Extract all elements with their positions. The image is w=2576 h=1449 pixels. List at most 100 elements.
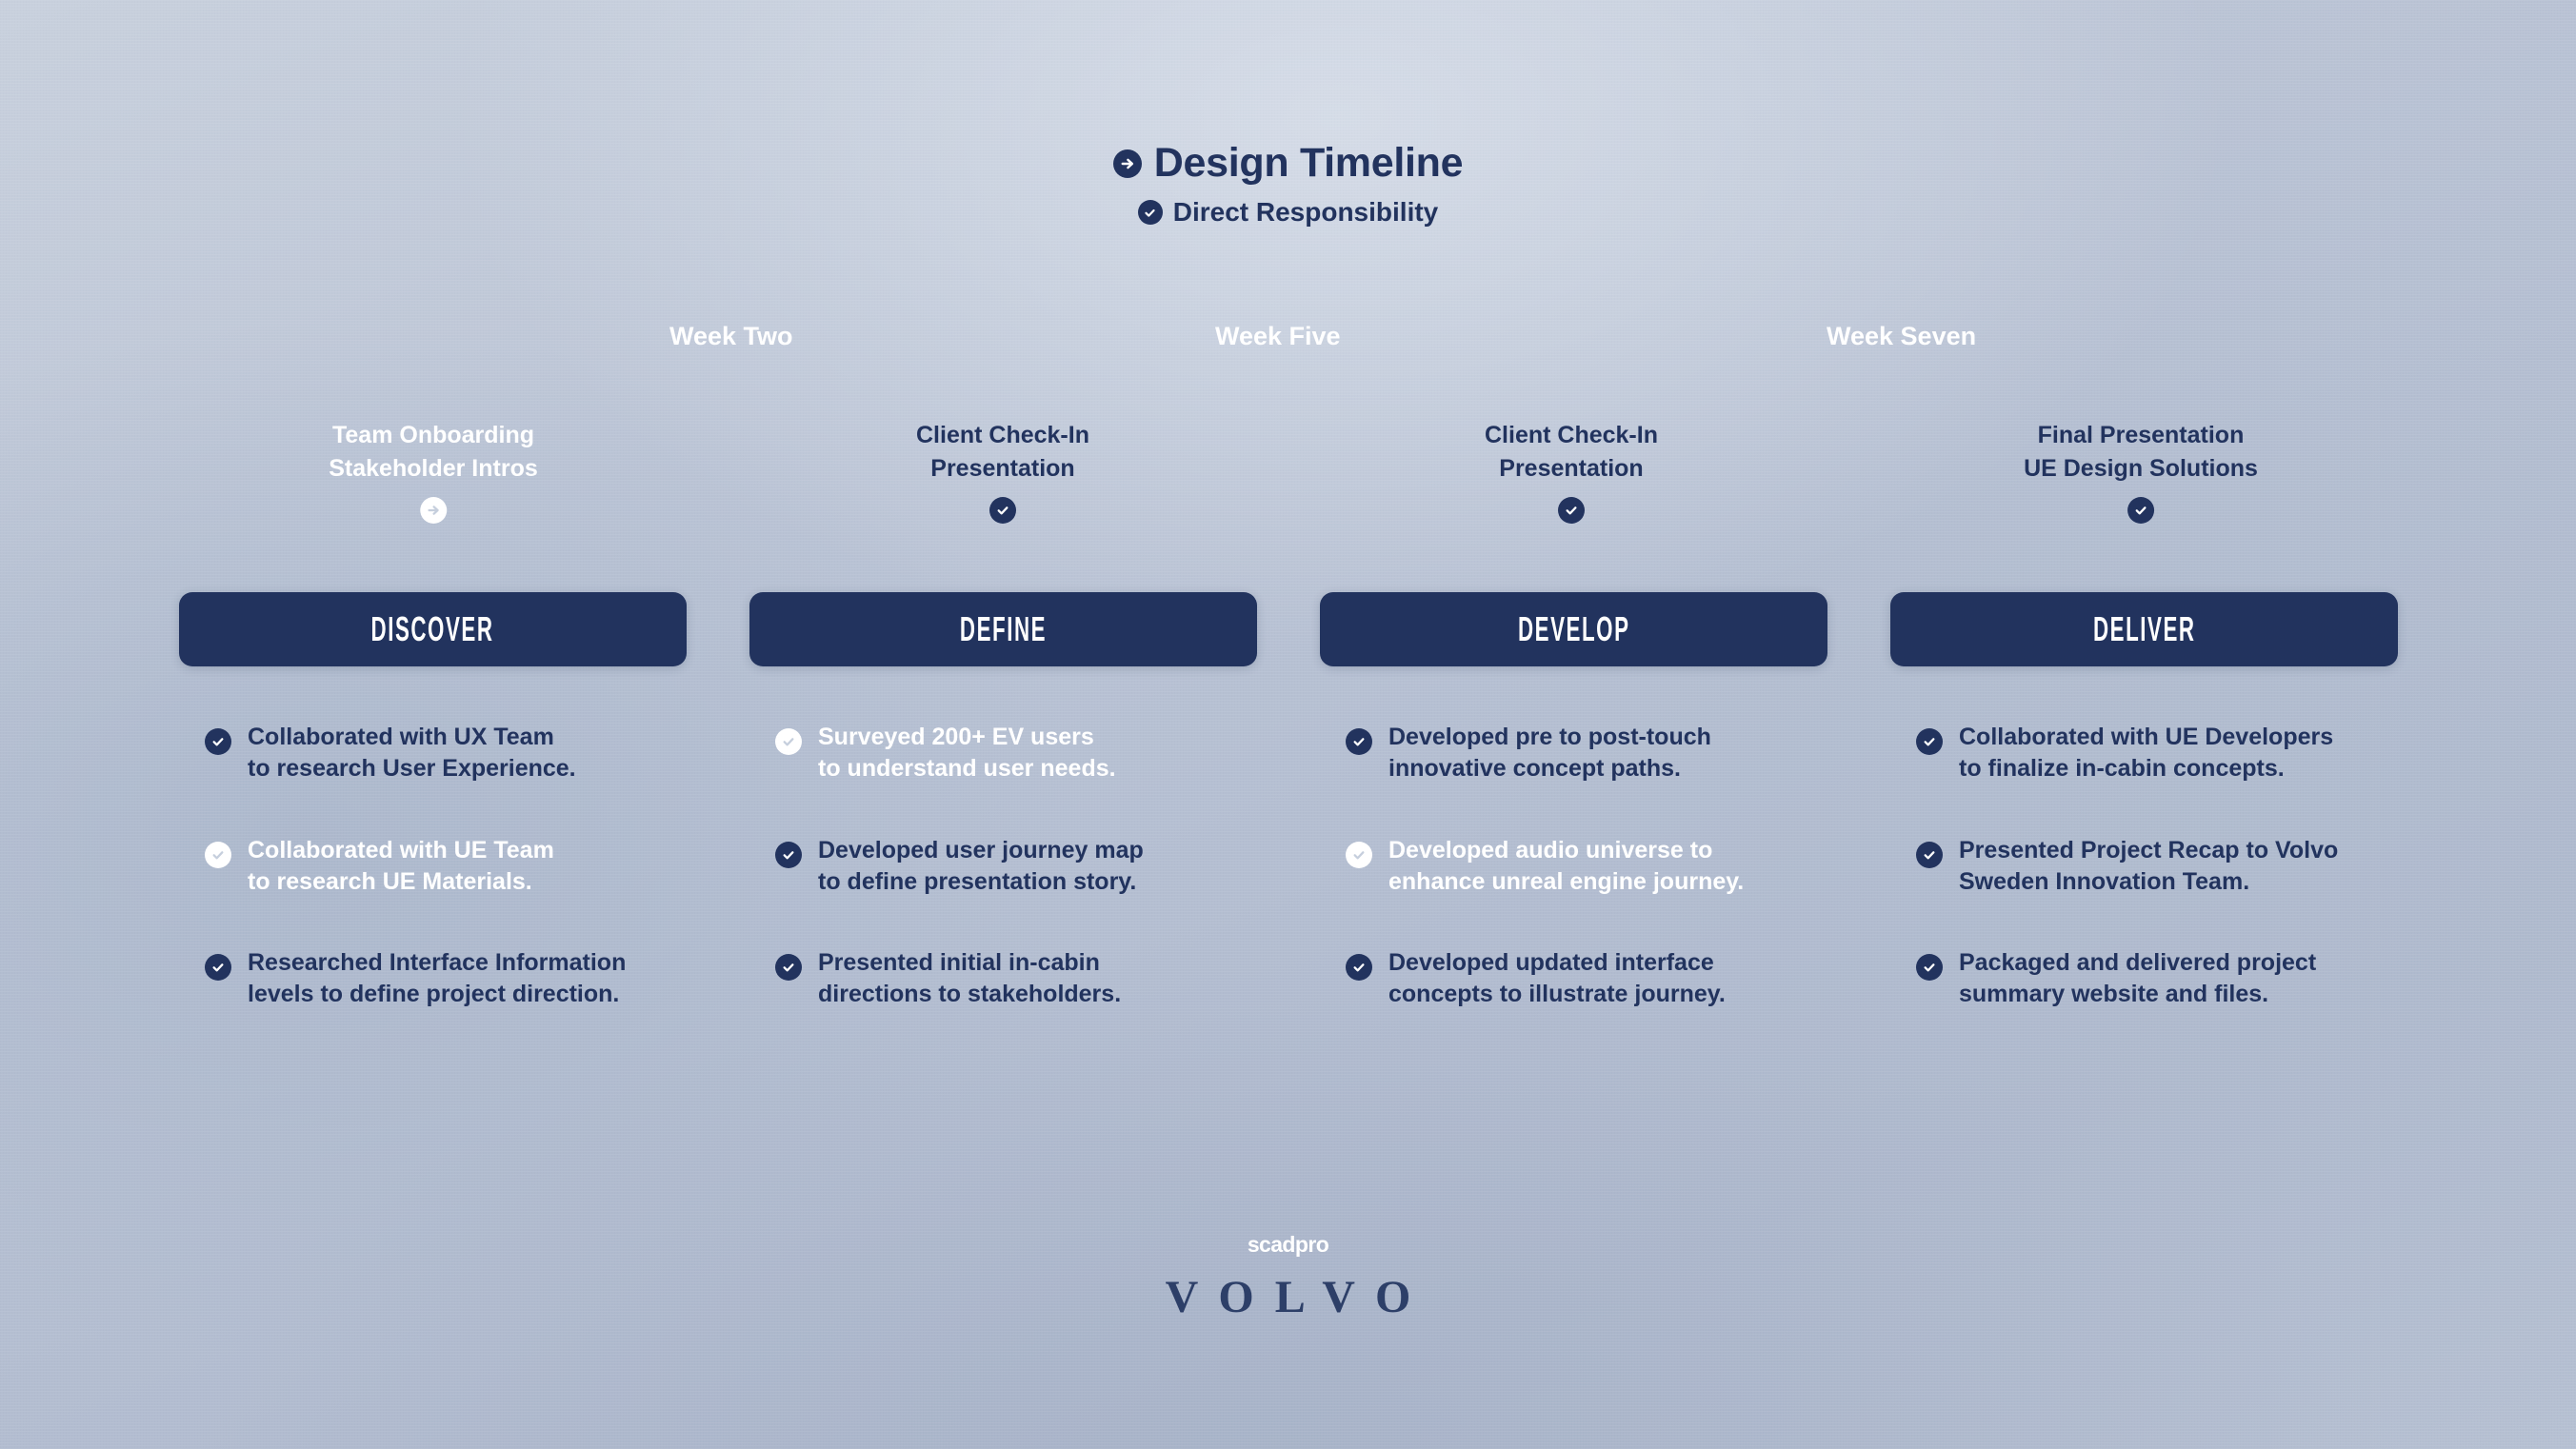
bullet-icon-wrap — [1346, 841, 1372, 868]
scadpro-pro: pro — [1294, 1232, 1329, 1257]
bullet-item: Collaborated with UX Team to research Use… — [179, 722, 687, 785]
bullet-item: Developed audio universe to enhance unrea… — [1320, 835, 1827, 899]
check-circle-icon — [988, 497, 1016, 524]
check-circle-icon — [1916, 728, 1943, 755]
bullet-text-block: Collaborated with UE Developers to finali… — [1959, 722, 2333, 785]
bullet-text-line: Sweden Innovation Team. — [1959, 867, 2250, 895]
bullet-text-block: Presented Project Recap to Volvo Sweden I… — [1959, 835, 2338, 899]
check-circle-icon — [1557, 497, 1585, 524]
milestone-line: UE Design Solutions — [2024, 454, 2258, 482]
check-circle-icon — [775, 841, 802, 868]
phase-header-discover[interactable]: DISCOVER — [179, 592, 687, 666]
phase-label: DEVELOP — [1517, 609, 1630, 648]
bullet-text-line: to finalize in-cabin concepts. — [1959, 755, 2285, 783]
phase-header-deliver[interactable]: DELIVER — [1890, 592, 2398, 666]
arrow-right-circle-icon — [1112, 149, 1142, 178]
milestone-row: Team Onboarding Stakeholder Intros Client … — [0, 419, 2576, 552]
bullet-icon-wrap — [205, 954, 231, 981]
arrow-right-circle-icon — [420, 497, 447, 524]
bullet-text-line: to research UE Materials. — [248, 867, 532, 895]
bullet-text-line: Developed audio universe to — [1388, 836, 1713, 863]
phase-label: DEFINE — [959, 609, 1048, 648]
bullet-text-line: directions to stakeholders. — [818, 981, 1122, 1008]
slide-canvas: Design Timeline Direct Responsibility We… — [0, 0, 2576, 1449]
bullet-list: Collaborated with UX Team to research Use… — [179, 722, 687, 1011]
legend-direct-responsibility: Direct Responsibility — [1137, 197, 1439, 227]
check-circle-icon — [205, 841, 231, 868]
legend-label: Direct Responsibility — [1172, 197, 1439, 227]
bullet-text-line: to research User Experience. — [248, 755, 576, 783]
page-title: Design Timeline — [1112, 140, 1464, 186]
bullet-item: Presented initial in-cabin directions to … — [749, 947, 1257, 1011]
bullet-item: Developed user journey map to define pres… — [749, 835, 1257, 899]
milestone-icon-wrap — [329, 497, 538, 524]
milestone-2: Client Check-In Presentation — [916, 419, 1089, 524]
footer: scadpro VOLVO — [0, 1234, 2576, 1320]
bullet-icon-wrap — [775, 728, 802, 755]
check-circle-icon — [1916, 841, 1943, 868]
check-circle-icon — [775, 954, 802, 981]
bullet-text-block: Collaborated with UE Team to research UE … — [248, 835, 554, 899]
volvo-logo: VOLVO — [1165, 1272, 1432, 1322]
bullet-text-line: to define presentation story. — [818, 867, 1137, 895]
week-label-1: Week Two — [669, 322, 793, 350]
phase-header-define[interactable]: DEFINE — [749, 592, 1257, 666]
bullet-icon-wrap — [1916, 728, 1943, 755]
bullet-text-line: Developed pre to post-touch — [1388, 724, 1711, 750]
bullet-item: Presented Project Recap to Volvo Sweden I… — [1890, 835, 2398, 899]
bullet-icon-wrap — [775, 841, 802, 868]
check-circle-icon — [1346, 841, 1372, 868]
milestone-line: Presentation — [930, 454, 1075, 482]
phase-label: DELIVER — [2092, 609, 2196, 648]
phase-column-define: DEFINE Surveyed 200+ EV users to understan… — [749, 592, 1257, 1061]
bullet-text-line: Collaborated with UE Team — [248, 836, 554, 863]
bullet-text-line: Developed updated interface — [1388, 949, 1714, 976]
bullet-icon-wrap — [205, 841, 231, 868]
page-title-text: Design Timeline — [1153, 140, 1464, 186]
bullet-icon-wrap — [205, 728, 231, 755]
check-circle-icon — [2127, 497, 2154, 524]
milestone-icon-wrap — [916, 497, 1089, 524]
bullet-text-block: Surveyed 200+ EV users to understand user… — [818, 722, 1116, 785]
milestone-4: Final Presentation UE Design Solutions — [2024, 419, 2258, 524]
milestone-line: Stakeholder Intros — [329, 454, 538, 482]
bullet-text-line: Packaged and delivered project — [1959, 949, 2317, 976]
phase-header-develop[interactable]: DEVELOP — [1320, 592, 1827, 666]
phase-columns: DISCOVER Collaborated with UX Team to rese… — [179, 592, 2398, 1061]
check-circle-icon — [205, 954, 231, 981]
check-circle-icon — [775, 728, 802, 755]
bullet-list: Surveyed 200+ EV users to understand user… — [749, 722, 1257, 1011]
scadpro-scad: scad — [1247, 1232, 1296, 1257]
bullet-text-line: Collaborated with UE Developers — [1959, 724, 2334, 750]
milestone-line: Team Onboarding — [331, 422, 535, 448]
phase-column-develop: DEVELOP Developed pre to post-touch innova… — [1320, 592, 1827, 1061]
bullet-icon-wrap — [1916, 841, 1943, 868]
milestone-icon-wrap — [1485, 497, 1658, 524]
bullet-text-line: Collaborated with UX Team — [248, 724, 554, 750]
milestone-3: Client Check-In Presentation — [1485, 419, 1658, 524]
week-label-3: Week Seven — [1827, 322, 1977, 350]
check-circle-icon — [1137, 200, 1163, 225]
scadpro-logo: scadpro — [0, 1234, 2576, 1256]
check-circle-icon — [1916, 954, 1943, 981]
check-circle-icon — [205, 728, 231, 755]
bullet-text-block: Packaged and delivered project summary we… — [1959, 947, 2316, 1011]
milestone-line: Final Presentation — [2037, 422, 2245, 448]
milestone-line: Client Check-In — [1485, 422, 1658, 448]
header: Design Timeline Direct Responsibility — [0, 143, 2576, 226]
bullet-text-line: levels to define project direction. — [248, 981, 620, 1008]
bullet-text-line: innovative concept paths. — [1388, 755, 1682, 783]
bullet-text-block: Collaborated with UX Team to research Use… — [248, 722, 576, 785]
bullet-list: Developed pre to post-touch innovative co… — [1320, 722, 1827, 1011]
bullet-item: Developed pre to post-touch innovative co… — [1320, 722, 1827, 785]
bullet-text-block: Researched Interface Information levels t… — [248, 947, 626, 1011]
milestone-icon-wrap — [2024, 497, 2258, 524]
phase-column-deliver: DELIVER Collaborated with UE Developers to… — [1890, 592, 2398, 1061]
bullet-item: Collaborated with UE Team to research UE … — [179, 835, 687, 899]
phase-column-discover: DISCOVER Collaborated with UX Team to rese… — [179, 592, 687, 1061]
bullet-text-block: Developed audio universe to enhance unrea… — [1388, 835, 1744, 899]
bullet-text-line: summary website and files. — [1959, 981, 2269, 1008]
bullet-item: Developed updated interface concepts to i… — [1320, 947, 1827, 1011]
bullet-text-line: to understand user needs. — [818, 755, 1116, 783]
week-labels: Week Two Week Five Week Seven — [0, 324, 2576, 362]
